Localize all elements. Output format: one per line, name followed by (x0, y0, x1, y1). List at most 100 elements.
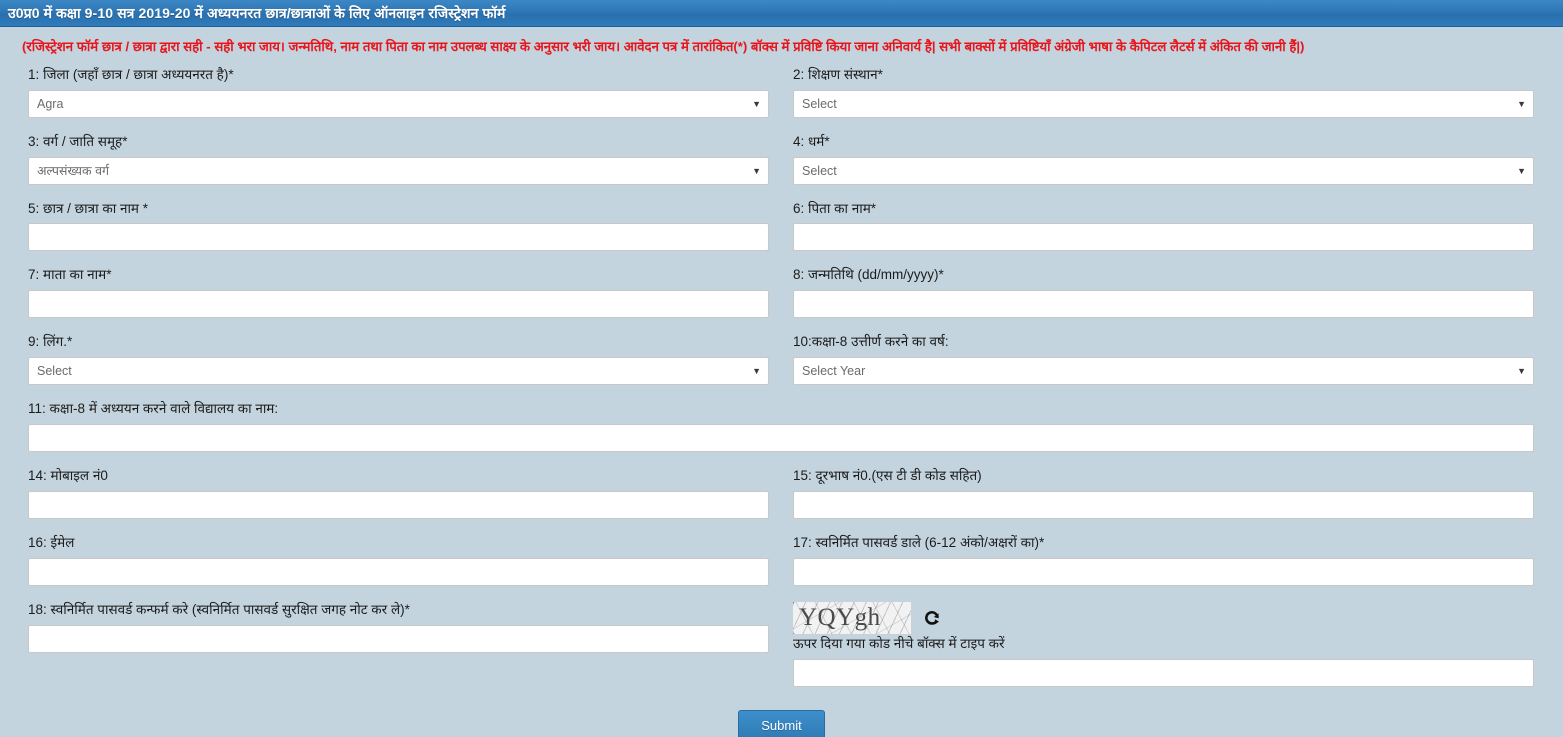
field-email: 16: ईमेल (28, 529, 769, 586)
form-row-7: 14: मोबाइल नं0 15: दूरभाष नं0.(एस टी डी … (28, 462, 1535, 519)
form-row-6: 11: कक्षा-8 में अध्ययन करने वाले विद्याल… (28, 395, 1535, 453)
institution-select-value[interactable]: Select (793, 89, 1534, 118)
field-father-name: 6: पिता का नाम* (793, 195, 1534, 252)
form-col-right: 2: शिक्षण संस्थान* Select ▼ (793, 61, 1534, 118)
form-row-3: 5: छात्र / छात्रा का नाम * 6: पिता का ना… (28, 195, 1535, 252)
institution-select[interactable]: Select ▼ (793, 89, 1534, 118)
field-religion-label: 4: धर्म* (793, 133, 830, 149)
district-select-value[interactable]: Agra (28, 89, 769, 118)
gender-select-value[interactable]: Select (28, 357, 769, 386)
category-select[interactable]: अल्पसंख्यक वर्ग ▼ (28, 156, 769, 185)
field-dob: 8: जन्मतिथि (dd/mm/yyyy)* (793, 261, 1534, 319)
page-title: उ0प्र0 में कक्षा 9-10 सत्र 2019-20 में अ… (8, 4, 506, 21)
form-col-left: 1: जिला (जहाँ छात्र / छात्रा अध्ययनरत है… (28, 61, 769, 118)
field-mother-name-label: 7: माता का नाम* (28, 267, 112, 283)
form-col-left: 16: ईमेल (28, 529, 769, 586)
form-row-4: 7: माता का नाम* 8: जन्मतिथि (dd/mm/yyyy)… (28, 261, 1535, 319)
field-category: 3: वर्ग / जाति समूह* अल्पसंख्यक वर्ग ▼ (28, 128, 769, 185)
student-name-input[interactable] (28, 223, 769, 252)
field-confirm-password-label: 18: स्वनिर्मित पासवर्ड कन्फर्म करे (स्वन… (28, 601, 410, 617)
field-gender-label: 9: लिंग.* (28, 334, 73, 350)
refresh-icon[interactable] (921, 606, 943, 630)
field-institution: 2: शिक्षण संस्थान* Select ▼ (793, 61, 1534, 118)
form-col-right: 4: धर्म* Select ▼ (793, 128, 1534, 185)
form-col-right: YQYgh ऊपर दिया गया कोड नीचे बॉक्स में टा… (793, 596, 1534, 687)
form-row-9: 18: स्वनिर्मित पासवर्ड कन्फर्म करे (स्वन… (28, 596, 1535, 687)
field-password-label: 17: स्वनिर्मित पासवर्ड डाले (6-12 अंको/अ… (793, 534, 1045, 550)
field-mobile-label: 14: मोबाइल नं0 (28, 468, 108, 484)
form-col-left: 7: माता का नाम* (28, 261, 769, 319)
confirm-password-input[interactable] (28, 624, 769, 653)
field-landline-label: 15: दूरभाष नं0.(एस टी डी कोड सहित) (793, 468, 982, 484)
page-header-bar: उ0प्र0 में कक्षा 9-10 सत्र 2019-20 में अ… (0, 0, 1563, 27)
field-institution-label: 2: शिक्षण संस्थान* (793, 66, 883, 82)
form-col-right: 17: स्वनिर्मित पासवर्ड डाले (6-12 अंको/अ… (793, 529, 1534, 586)
form-col-right: 8: जन्मतिथि (dd/mm/yyyy)* (793, 261, 1534, 319)
captcha-code-text: YQYgh (799, 603, 881, 631)
mobile-input[interactable] (28, 490, 769, 519)
father-name-input[interactable] (793, 223, 1534, 252)
religion-select[interactable]: Select ▼ (793, 156, 1534, 185)
field-gender: 9: लिंग.* Select ▼ (28, 328, 769, 386)
field-mother-name: 7: माता का नाम* (28, 261, 769, 319)
captcha-image: YQYgh (793, 601, 911, 634)
field-class8-school: 11: कक्षा-8 में अध्ययन करने वाले विद्याल… (28, 395, 1534, 453)
captcha-top-row: YQYgh (793, 601, 1534, 634)
form-col-left: 5: छात्र / छात्रा का नाम * (28, 195, 769, 252)
registration-form-page: उ0प्र0 में कक्षा 9-10 सत्र 2019-20 में अ… (0, 0, 1563, 737)
email-input[interactable] (28, 557, 769, 586)
form-col-left: 3: वर्ग / जाति समूह* अल्पसंख्यक वर्ग ▼ (28, 128, 769, 185)
captcha-block: YQYgh ऊपर दिया गया कोड नीचे बॉक्स में टा… (793, 596, 1534, 687)
form-area: 1: जिला (जहाँ छात्र / छात्रा अध्ययनरत है… (0, 61, 1563, 737)
password-input[interactable] (793, 557, 1534, 586)
religion-select-value[interactable]: Select (793, 156, 1534, 185)
form-col-full: 11: कक्षा-8 में अध्ययन करने वाले विद्याल… (28, 395, 1534, 453)
field-category-label: 3: वर्ग / जाति समूह* (28, 133, 128, 149)
form-col-left: 9: लिंग.* Select ▼ (28, 328, 769, 386)
form-row-2: 3: वर्ग / जाति समूह* अल्पसंख्यक वर्ग ▼ 4… (28, 128, 1535, 185)
mother-name-input[interactable] (28, 290, 769, 319)
class8-year-select-value[interactable]: Select Year (793, 357, 1534, 386)
field-class8-year-label: 10:कक्षा-8 उत्तीर्ण करने का वर्ष: (793, 334, 949, 350)
field-landline: 15: दूरभाष नं0.(एस टी डी कोड सहित) (793, 462, 1534, 519)
captcha-hint-text: ऊपर दिया गया कोड नीचे बॉक्स में टाइप करे… (793, 635, 1005, 651)
field-district-label: 1: जिला (जहाँ छात्र / छात्रा अध्ययनरत है… (28, 66, 234, 82)
form-col-left: 18: स्वनिर्मित पासवर्ड कन्फर्म करे (स्वन… (28, 596, 769, 687)
form-row-1: 1: जिला (जहाँ छात्र / छात्रा अध्ययनरत है… (28, 61, 1535, 118)
submit-button[interactable]: Submit (738, 709, 825, 737)
gender-select[interactable]: Select ▼ (28, 357, 769, 386)
captcha-input[interactable] (793, 658, 1534, 687)
category-select-value[interactable]: अल्पसंख्यक वर्ग (28, 156, 769, 185)
field-class8-year: 10:कक्षा-8 उत्तीर्ण करने का वर्ष: Select… (793, 328, 1534, 386)
class8-year-select[interactable]: Select Year ▼ (793, 357, 1534, 386)
field-father-name-label: 6: पिता का नाम* (793, 200, 877, 216)
submit-area: Submit (28, 688, 1535, 737)
field-student-name: 5: छात्र / छात्रा का नाम * (28, 195, 769, 252)
field-confirm-password: 18: स्वनिर्मित पासवर्ड कन्फर्म करे (स्वन… (28, 596, 769, 653)
form-col-right: 10:कक्षा-8 उत्तीर्ण करने का वर्ष: Select… (793, 328, 1534, 386)
field-student-name-label: 5: छात्र / छात्रा का नाम * (28, 200, 149, 216)
field-dob-label: 8: जन्मतिथि (dd/mm/yyyy)* (793, 267, 944, 283)
field-religion: 4: धर्म* Select ▼ (793, 128, 1534, 185)
landline-input[interactable] (793, 490, 1534, 519)
form-row-8: 16: ईमेल 17: स्वनिर्मित पासवर्ड डाले (6-… (28, 529, 1535, 586)
instruction-text: (रजिस्ट्रेशन फॉर्म छात्र / छात्रा द्वारा… (22, 39, 1305, 54)
dob-input[interactable] (793, 290, 1534, 319)
field-password: 17: स्वनिर्मित पासवर्ड डाले (6-12 अंको/अ… (793, 529, 1534, 586)
field-class8-school-label: 11: कक्षा-8 में अध्ययन करने वाले विद्याल… (28, 401, 279, 417)
field-email-label: 16: ईमेल (28, 534, 75, 550)
form-row-5: 9: लिंग.* Select ▼ 10:कक्षा-8 उत्तीर्ण क… (28, 328, 1535, 386)
district-select[interactable]: Agra ▼ (28, 89, 769, 118)
form-col-left: 14: मोबाइल नं0 (28, 462, 769, 519)
form-col-right: 6: पिता का नाम* (793, 195, 1534, 252)
field-district: 1: जिला (जहाँ छात्र / छात्रा अध्ययनरत है… (28, 61, 769, 118)
class8-school-input[interactable] (28, 424, 1534, 453)
